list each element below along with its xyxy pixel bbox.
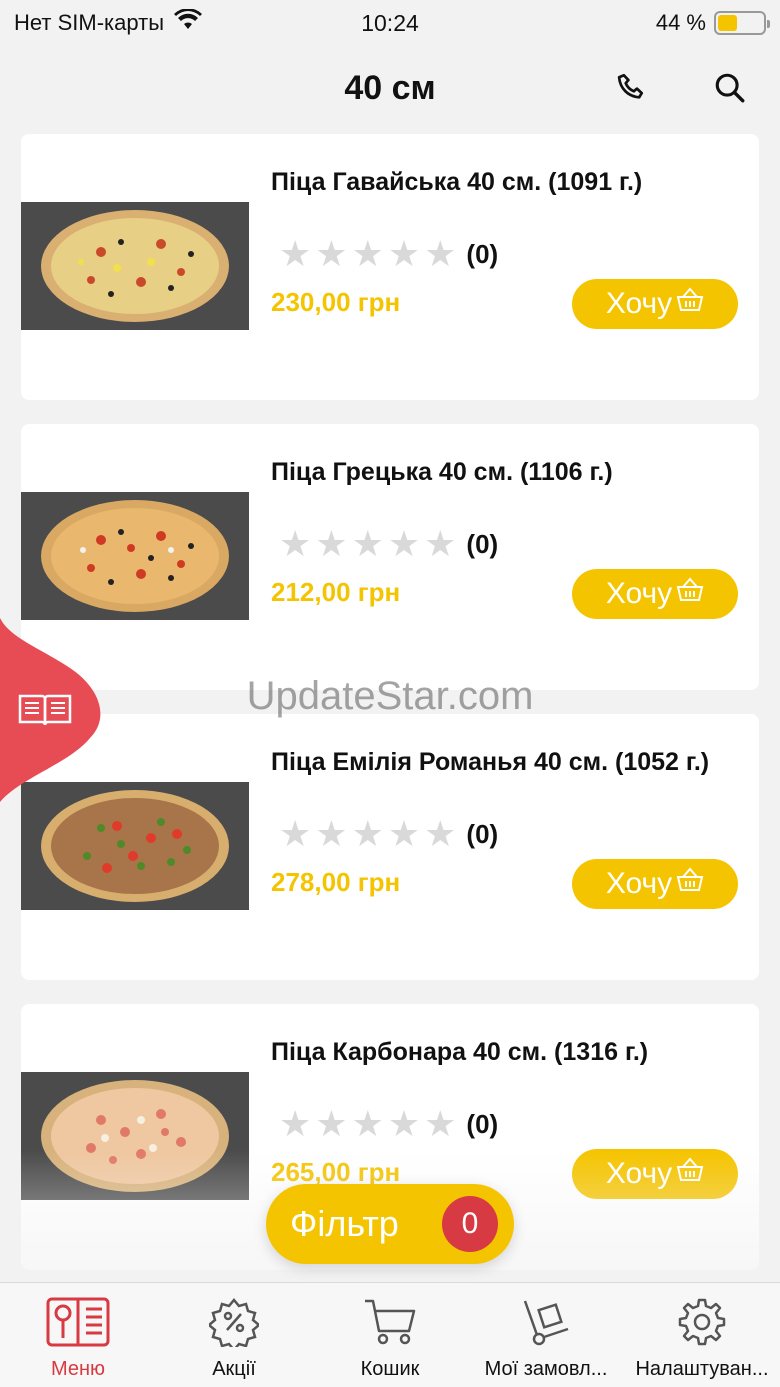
rating-stars[interactable]: ★ ★ ★ ★ ★ (0) — [279, 524, 498, 564]
star-icon: ★ — [387, 233, 421, 274]
rating-stars[interactable]: ★ ★ ★ ★ ★ (0) — [279, 1104, 498, 1144]
want-button[interactable]: Хочу — [572, 1149, 738, 1199]
basket-icon — [676, 867, 704, 901]
product-price: 230,00 грн — [271, 287, 401, 317]
status-right: 44 % — [655, 10, 770, 36]
star-icon: ★ — [351, 1103, 384, 1144]
phone-icon[interactable] — [612, 68, 652, 108]
want-button[interactable]: Хочу — [572, 569, 738, 619]
want-button-label: Хочу — [605, 867, 673, 900]
star-icon: ★ — [351, 523, 384, 564]
product-price: 278,00 грн — [271, 867, 401, 897]
product-title: Піца Грецька 40 см. (1106 г.) — [271, 458, 613, 486]
filter-button[interactable]: Фільтр 0 — [266, 1184, 514, 1264]
basket-icon — [676, 577, 704, 611]
want-button[interactable]: Хочу — [572, 859, 738, 909]
tab-label: Мої замовл... — [484, 1358, 608, 1380]
star-icon: ★ — [279, 233, 312, 274]
basket-icon — [676, 287, 704, 321]
star-icon: ★ — [351, 813, 384, 854]
product-image — [21, 1072, 249, 1200]
tab-settings[interactable]: Налаштуван... — [624, 1283, 780, 1387]
cart-icon — [363, 1297, 417, 1352]
rating-stars[interactable]: ★ ★ ★ ★ ★ (0) — [279, 814, 498, 854]
side-menu-tab[interactable] — [0, 618, 104, 802]
search-icon[interactable] — [710, 68, 750, 108]
product-title: Піца Карбонара 40 см. (1316 г.) — [271, 1038, 649, 1066]
star-icon: ★ — [315, 523, 348, 564]
tab-my-orders[interactable]: Мої замовл... — [468, 1283, 624, 1387]
want-button-label: Хочу — [605, 287, 673, 320]
discount-gear-icon — [207, 1297, 261, 1352]
rating-stars[interactable]: ★ ★ ★ ★ ★ (0) — [279, 234, 498, 274]
product-image — [21, 202, 249, 330]
want-button-label: Хочу — [605, 577, 673, 610]
product-list: Піца Гавайська 40 см. (1091 г.) ★ ★ ★ ★ ★ (0… — [21, 134, 759, 1294]
tab-label: Акції — [212, 1358, 256, 1380]
battery-icon — [714, 11, 770, 35]
rating-count: (0) — [466, 818, 499, 849]
rating-count: (0) — [466, 238, 499, 269]
star-icon: ★ — [387, 523, 421, 564]
star-icon: ★ — [315, 233, 348, 274]
product-price: 212,00 грн — [271, 577, 401, 607]
tab-label: Налаштуван... — [635, 1358, 769, 1380]
page-title: 40 см — [344, 68, 436, 107]
tab-menu[interactable]: Меню — [0, 1283, 156, 1387]
want-button-label: Хочу — [605, 1157, 673, 1190]
status-bar: Нет SIM-карты 10:24 44 % — [0, 0, 780, 46]
star-icon: ★ — [424, 523, 457, 564]
star-icon: ★ — [424, 813, 457, 854]
wifi-icon — [174, 8, 203, 37]
filter-label: Фільтр — [290, 1203, 399, 1244]
want-button[interactable]: Хочу — [572, 279, 738, 329]
rating-count: (0) — [466, 528, 499, 559]
product-card[interactable]: Піца Грецька 40 см. (1106 г.) ★ ★ ★ ★ ★ (0) … — [21, 424, 759, 690]
star-icon: ★ — [315, 1103, 348, 1144]
header: 40 см — [0, 50, 780, 126]
product-image — [21, 492, 249, 620]
product-card[interactable]: Піца Емілія Романья 40 см. (1052 г.) ★ ★ ★… — [21, 714, 759, 980]
battery-fill — [718, 15, 738, 31]
catalog-book-icon — [18, 692, 72, 733]
star-icon: ★ — [387, 813, 421, 854]
star-icon: ★ — [424, 233, 457, 274]
product-card[interactable]: Піца Гавайська 40 см. (1091 г.) ★ ★ ★ ★ ★ (0… — [21, 134, 759, 400]
star-icon: ★ — [351, 233, 384, 274]
tab-promotions[interactable]: Акції — [156, 1283, 312, 1387]
star-icon: ★ — [315, 813, 348, 854]
tab-label: Кошик — [360, 1358, 420, 1380]
star-icon: ★ — [424, 1103, 457, 1144]
product-title: Піца Емілія Романья 40 см. (1052 г.) — [271, 748, 710, 776]
settings-icon — [677, 1297, 727, 1352]
star-icon: ★ — [279, 523, 312, 564]
product-title: Піца Гавайська 40 см. (1091 г.) — [271, 168, 643, 196]
tab-bar: Меню Акції Кошик Мої замовл... Налаштува… — [0, 1282, 780, 1387]
filter-count-badge: 0 — [442, 1196, 498, 1252]
basket-icon — [676, 1157, 704, 1191]
star-icon: ★ — [279, 813, 312, 854]
tab-label: Меню — [50, 1358, 106, 1380]
star-icon: ★ — [387, 1103, 421, 1144]
battery-percent: 44 % — [655, 10, 706, 35]
rating-count: (0) — [466, 1108, 499, 1139]
carrier-label: Нет SIM-карты — [14, 10, 165, 35]
status-left: Нет SIM-карты — [14, 8, 203, 37]
hand-truck-icon — [519, 1297, 573, 1352]
star-icon: ★ — [279, 1103, 312, 1144]
tab-cart[interactable]: Кошик — [312, 1283, 468, 1387]
menu-book-icon — [46, 1297, 110, 1352]
